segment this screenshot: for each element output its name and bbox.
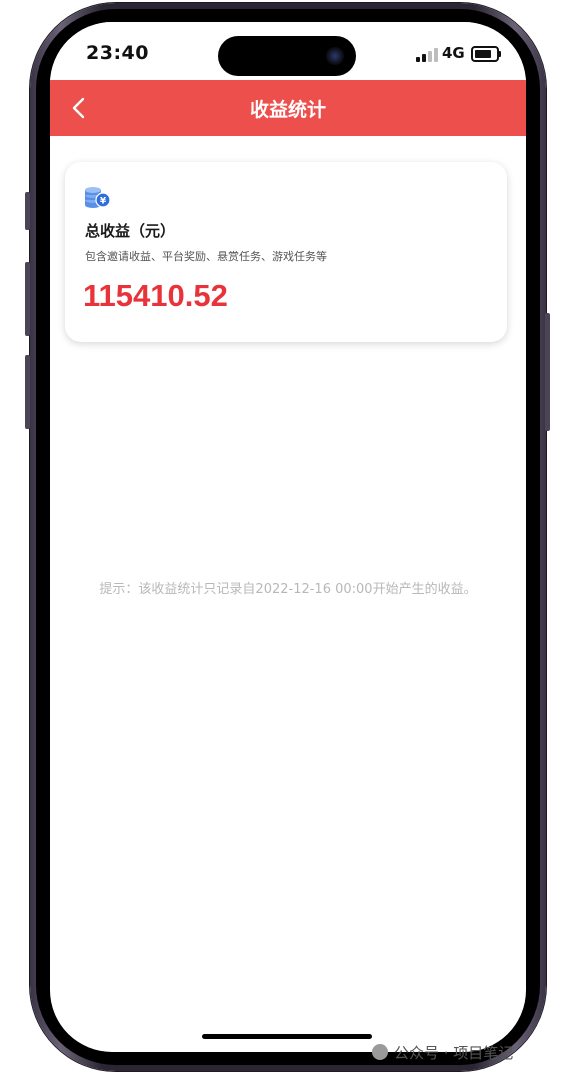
page: 23:40 4G 收益统计 ¥ 总收益（元） 包含邀请收益、平台奖励、悬赏任务、… (0, 0, 584, 1076)
dynamic-island (218, 36, 356, 76)
network-type-label: 4G (442, 44, 465, 62)
card-title: 总收益（元） (85, 222, 176, 240)
battery-icon (471, 46, 499, 62)
total-earnings-card: ¥ 总收益（元） 包含邀请收益、平台奖励、悬赏任务、游戏任务等 115410.5… (65, 162, 507, 342)
hint-text: 提示：该收益统计只记录自2022-12-16 00:00开始产生的收益。 (99, 582, 477, 597)
watermark: 公众号 · 项目笔记 (372, 1042, 513, 1063)
cellular-signal-icon (416, 48, 438, 62)
home-indicator[interactable] (202, 1034, 372, 1039)
wechat-icon (372, 1044, 388, 1060)
status-bar: 23:40 4G (50, 22, 526, 80)
total-earnings-amount: 115410.52 (83, 278, 228, 313)
battery-level-fill (475, 50, 491, 58)
watermark-text: 公众号 · 项目笔记 (394, 1044, 514, 1062)
volume-down-button (25, 355, 30, 429)
card-subtitle: 包含邀请收益、平台奖励、悬赏任务、游戏任务等 (85, 250, 327, 263)
app-header: 收益统计 (50, 80, 526, 136)
battery-cap (499, 51, 501, 57)
silent-switch (25, 192, 30, 230)
volume-up-button (25, 262, 30, 336)
front-camera-icon (326, 47, 344, 65)
screen: 23:40 4G 收益统计 ¥ 总收益（元） 包含邀请收益、平台奖励、悬赏任务、… (50, 22, 526, 1052)
svg-text:¥: ¥ (100, 197, 107, 207)
page-title: 收益统计 (249, 99, 326, 121)
status-time: 23:40 (86, 42, 149, 64)
coin-stack-yen-icon: ¥ (85, 187, 111, 208)
power-button (545, 313, 550, 431)
